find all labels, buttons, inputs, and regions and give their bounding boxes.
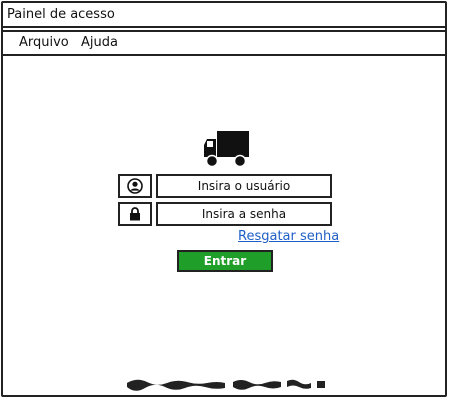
footer-scribble	[127, 379, 325, 391]
password-input[interactable]: Insira a senha	[156, 202, 332, 226]
menu-bar: Arquivo Ajuda	[3, 30, 445, 56]
enter-button[interactable]: Entrar	[177, 250, 273, 272]
login-window: Painel de acesso Arquivo Ajuda	[1, 1, 447, 397]
username-icon-box	[118, 174, 152, 198]
menu-item-ajuda[interactable]: Ajuda	[81, 32, 118, 54]
lock-icon	[130, 207, 140, 221]
recover-password-link[interactable]: Resgatar senha	[238, 229, 339, 244]
truck-icon	[204, 131, 249, 168]
password-icon-box	[118, 202, 152, 226]
window-title: Painel de acesso	[7, 7, 115, 22]
window-titlebar: Painel de acesso	[3, 3, 445, 28]
username-input[interactable]: Insira o usuário	[156, 174, 332, 198]
menu-item-arquivo[interactable]: Arquivo	[19, 32, 69, 54]
user-circle-icon	[127, 178, 143, 194]
